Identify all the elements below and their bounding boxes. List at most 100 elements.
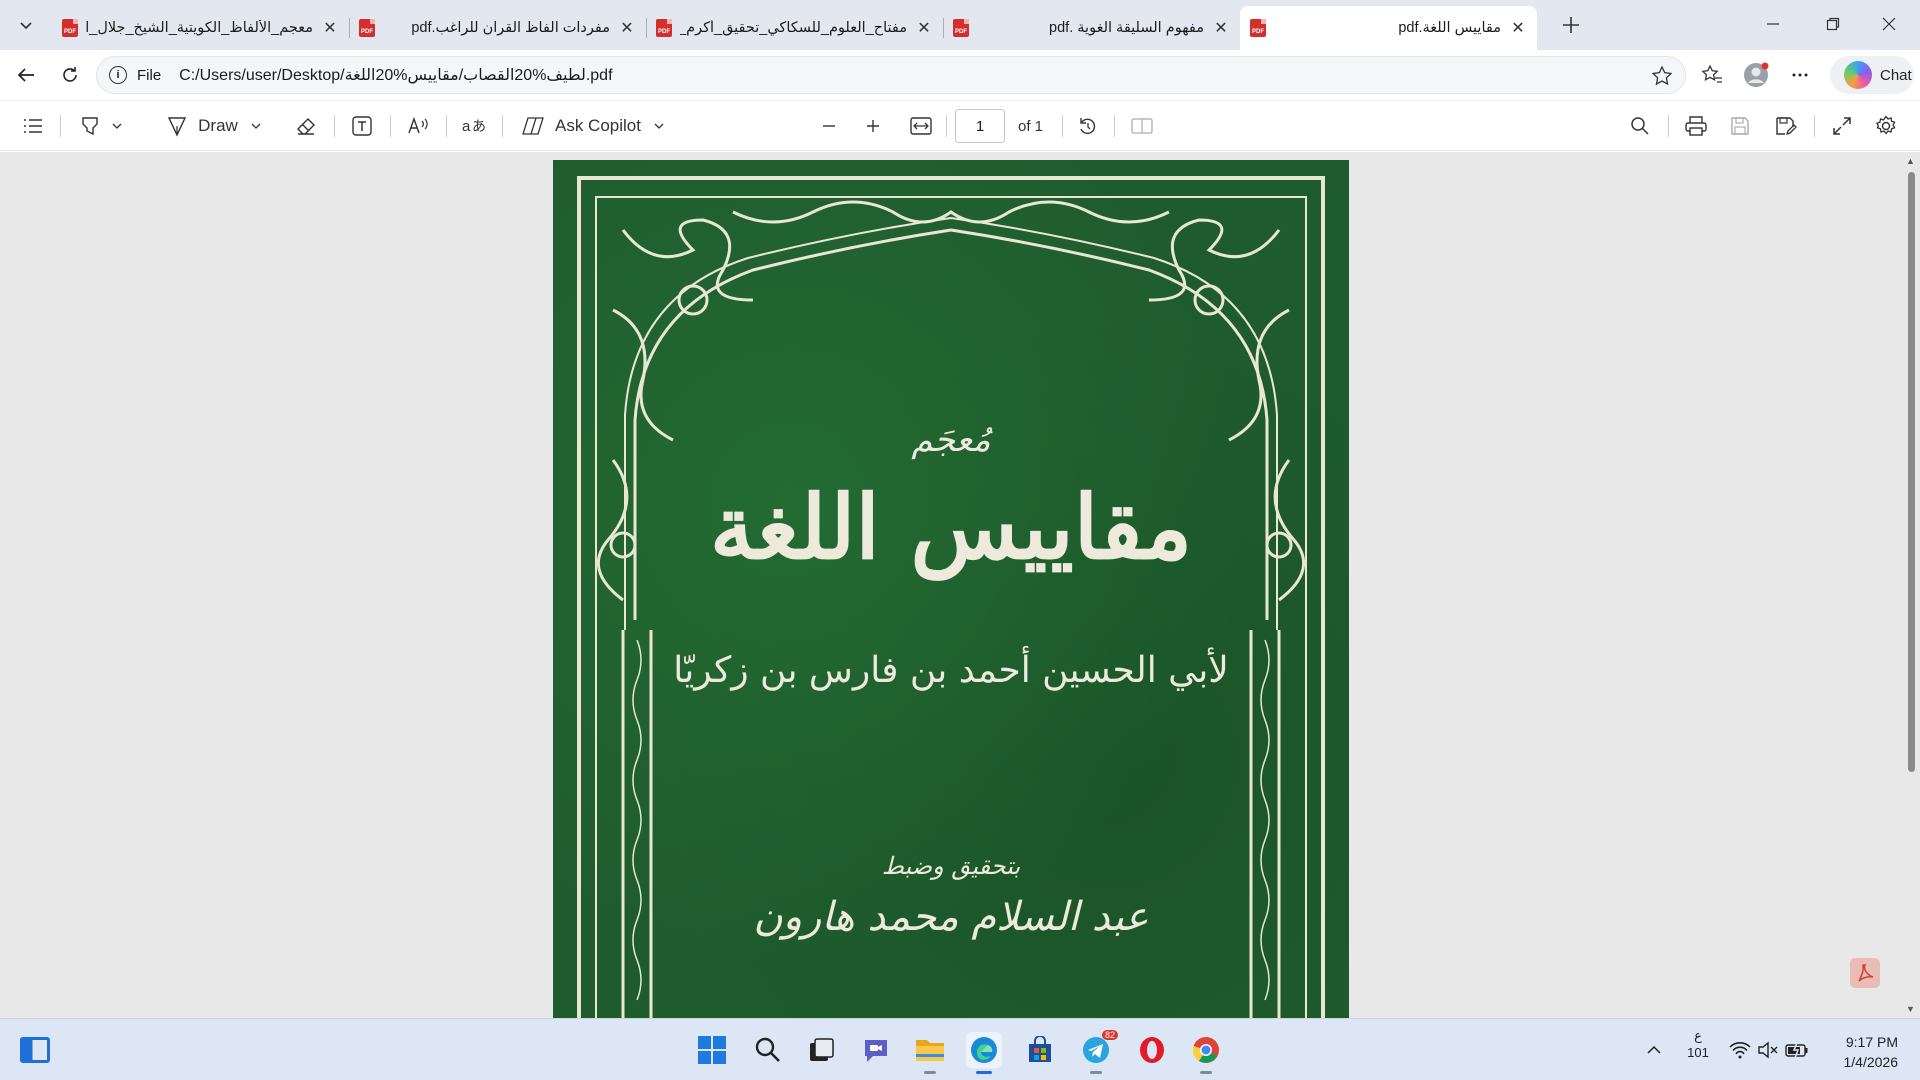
vertical-scrollbar[interactable]: ▲ ▼ (1903, 152, 1920, 1018)
favorites-list-icon (1701, 64, 1722, 83)
edge-taskbar-button[interactable] (966, 1032, 1002, 1074)
translate-icon: aあ (462, 118, 485, 135)
read-aloud-button[interactable] (404, 111, 432, 141)
ask-copilot-label: Ask Copilot (555, 116, 641, 135)
pdf-settings-button[interactable] (1872, 111, 1900, 141)
clock-time: 9:17 PM (1845, 1034, 1898, 1050)
acrobat-icon (1858, 964, 1874, 982)
restore-button[interactable] (1810, 6, 1856, 42)
input-language-indicator[interactable]: ع 101 (1682, 1027, 1714, 1061)
pdf-file-icon: PDF (656, 19, 672, 37)
tab-actions-button[interactable] (10, 8, 42, 42)
windows-taskbar: 82 ع 101 9:17 PM 1/4/2026 (0, 1018, 1920, 1080)
wifi-icon (1729, 1042, 1751, 1059)
file-explorer-button[interactable] (912, 1032, 948, 1074)
highlight-button[interactable] (74, 111, 128, 141)
url-text[interactable]: C:/Users/user/Desktop/لطيف%20القصاب/مقاي… (179, 65, 612, 85)
save-as-button[interactable] (1772, 111, 1800, 141)
close-tab-icon[interactable]: ✕ (618, 19, 636, 37)
save-button[interactable] (1726, 111, 1754, 141)
close-tab-icon[interactable]: ✕ (321, 19, 339, 37)
plus-icon (867, 120, 879, 132)
tab-title: مقاييس اللغة.pdf (1398, 20, 1501, 36)
erase-button[interactable] (292, 111, 320, 141)
favorites-button[interactable] (1696, 59, 1728, 91)
windows-start-icon (698, 1036, 726, 1064)
page-number-input[interactable]: 1 (955, 109, 1005, 143)
chrome-icon (1192, 1037, 1219, 1063)
chevron-down-icon (20, 22, 32, 30)
taskbar-clock[interactable]: 9:17 PM 1/4/2026 (1844, 1032, 1899, 1072)
adobe-acrobat-button[interactable] (1850, 958, 1880, 988)
pdf-file-icon: PDF (62, 19, 78, 37)
ask-copilot-button[interactable]: Ask Copilot (518, 111, 668, 141)
tab-miftah-al-ulum[interactable]: PDF مفتاح_العلوم_للسكاكي_تحقيق_أكرم_ع ✕ (646, 6, 943, 50)
tab-strip: PDF معجم_الألفاظ_الكويتية_الشيخ_جلال_ال … (0, 0, 1920, 50)
chat-icon (865, 1040, 887, 1062)
copilot-chat-button[interactable]: Chat (1830, 56, 1914, 94)
draw-button[interactable]: Draw (158, 111, 270, 141)
chevron-down-icon (112, 123, 122, 129)
address-bar[interactable]: i File C:/Users/user/Desktop/لطيف%20القص… (96, 56, 1686, 94)
refresh-button[interactable] (54, 59, 86, 91)
system-tray-status[interactable] (1724, 1032, 1814, 1068)
translate-button[interactable]: aあ (458, 111, 488, 141)
eraser-icon (297, 118, 315, 135)
search-icon (755, 1037, 780, 1062)
language-code: 101 (1687, 1045, 1709, 1060)
chrome-button[interactable] (1188, 1032, 1224, 1074)
pdf-file-icon: PDF (1250, 19, 1266, 37)
close-tab-icon[interactable]: ✕ (1509, 19, 1527, 37)
close-window-button[interactable] (1866, 6, 1912, 42)
avatar-icon (1744, 62, 1769, 87)
tab-mafhum-al-saliqa[interactable]: PDF مفهوم السليقة الغوية .pdf ✕ (943, 6, 1240, 50)
zoom-in-button[interactable] (860, 111, 886, 141)
taskbar-chat-button[interactable] (858, 1032, 894, 1068)
chat-label: Chat (1880, 66, 1912, 84)
tab-kuwaiti-glossary[interactable]: PDF معجم_الألفاظ_الكويتية_الشيخ_جلال_ال … (52, 6, 349, 50)
scrollbar-thumb[interactable] (1908, 172, 1915, 772)
store-button[interactable] (1022, 1032, 1058, 1068)
telegram-button[interactable]: 82 (1078, 1030, 1118, 1074)
rotate-button[interactable] (1074, 111, 1102, 141)
zoom-out-button[interactable] (816, 111, 842, 141)
cover-author: لأبي الحسين أحمد بن فارس بن زكريّا (673, 650, 1229, 691)
minimize-icon (1767, 23, 1779, 25)
task-view-button[interactable] (804, 1032, 840, 1068)
fullscreen-button[interactable] (1828, 111, 1856, 141)
back-button[interactable] (10, 59, 42, 91)
widgets-icon[interactable] (20, 1037, 50, 1063)
close-icon (1882, 17, 1896, 31)
info-icon[interactable]: i (109, 66, 127, 84)
contents-button[interactable] (20, 111, 46, 141)
page-view-button[interactable] (1128, 111, 1156, 141)
opera-button[interactable] (1134, 1032, 1170, 1068)
chevron-down-icon (654, 123, 664, 129)
more-horizontal-icon (1792, 73, 1808, 77)
new-tab-button[interactable] (1556, 10, 1586, 40)
close-tab-icon[interactable]: ✕ (1212, 19, 1230, 37)
find-button[interactable] (1626, 111, 1654, 141)
print-button[interactable] (1682, 111, 1710, 141)
add-text-button[interactable] (348, 111, 376, 141)
language-script: ع (1694, 1028, 1702, 1043)
tab-mufradat[interactable]: PDF مفردات الفاظ القران للراغب.pdf ✕ (349, 6, 646, 50)
close-tab-icon[interactable]: ✕ (915, 19, 933, 37)
minimize-button[interactable] (1750, 6, 1796, 42)
cover-title: مقاييس اللغة (709, 475, 1193, 579)
printer-icon (1685, 116, 1707, 136)
favorite-star-icon[interactable] (1651, 65, 1673, 92)
save-as-icon (1776, 117, 1797, 136)
scroll-up-icon[interactable]: ▲ (1906, 156, 1915, 166)
scroll-down-icon[interactable]: ▼ (1906, 1004, 1915, 1014)
task-view-icon (810, 1038, 834, 1061)
tab-maqayis-al-lugha[interactable]: PDF مقاييس اللغة.pdf ✕ (1240, 6, 1537, 50)
cover-edition-note: بتحقيق وضبط (881, 852, 1021, 880)
taskbar-search-button[interactable] (750, 1032, 786, 1068)
pdf-viewer: مُعجَم مقاييس اللغة لأبي الحسين أحمد بن … (0, 152, 1920, 1018)
show-hidden-icons-button[interactable] (1636, 1032, 1672, 1068)
fit-to-width-button[interactable] (906, 111, 936, 141)
profile-button[interactable] (1740, 59, 1772, 91)
settings-more-button[interactable] (1784, 59, 1816, 91)
start-button[interactable] (694, 1032, 730, 1068)
